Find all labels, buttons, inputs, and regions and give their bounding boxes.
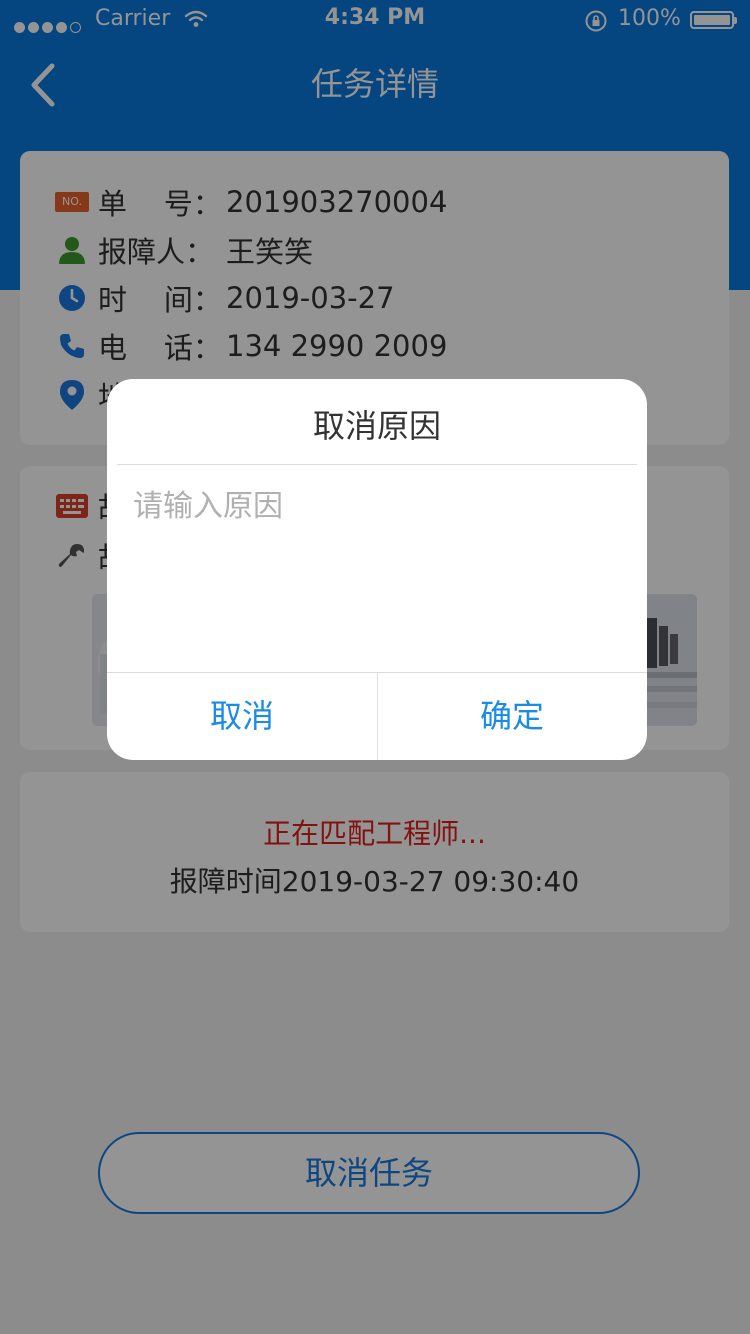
dialog-cancel-button[interactable]: 取消 — [107, 673, 377, 760]
dialog-title: 取消原因 — [312, 407, 441, 445]
cancel-reason-input[interactable] — [133, 481, 621, 661]
dialog-confirm-button[interactable]: 确定 — [377, 673, 647, 760]
divider — [117, 464, 637, 465]
cancel-reason-dialog: 取消原因 取消 确定 — [107, 379, 647, 760]
